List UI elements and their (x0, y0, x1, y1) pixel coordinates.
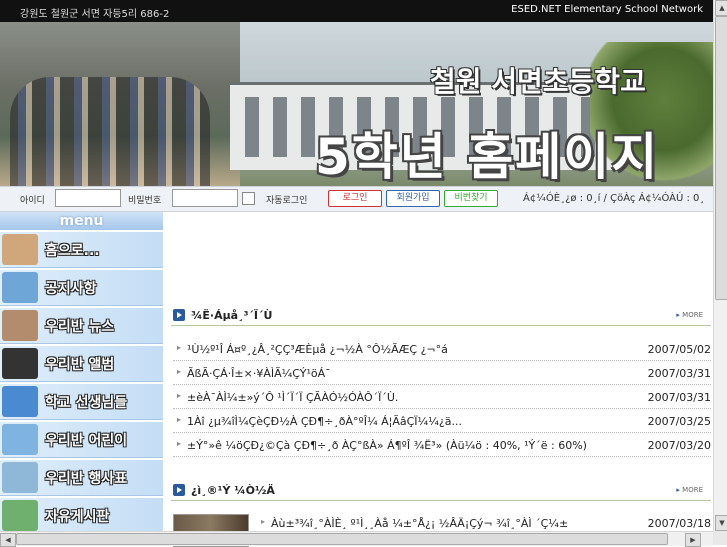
menu-item[interactable]: 홈으로... (0, 232, 163, 268)
notice-section-title: ¾Ë·Áµå¸³´Ï´Ù MORE (171, 307, 711, 326)
bullet-arrow-icon: ▸ (177, 391, 182, 400)
list-item-date: 2007/03/20 (647, 439, 711, 452)
visitor-status: Á¢¼ÓÈ¸¿ø : 0¸í / ÇöÀç Á¢¼ÓÀÚ : 0¸ (523, 193, 705, 204)
home-icon (2, 234, 38, 265)
notice-more-link[interactable]: MORE (676, 311, 703, 319)
list-item-date: 2007/03/18 (647, 517, 711, 530)
id-label: 아이디 (20, 196, 45, 206)
password-label: 비밀번호 (128, 196, 162, 206)
list-item-date: 2007/03/31 (647, 391, 711, 404)
board-icon (2, 500, 38, 531)
bullet-arrow-icon: ▸ (177, 415, 182, 424)
login-button[interactable]: 로그인 (328, 190, 382, 207)
school-name: 철원 서면초등학교 (430, 65, 646, 98)
header-banner: 철원 서면초등학교 5학년 홈페이지 (0, 22, 713, 186)
list-item-title[interactable]: ±Ý°»ê ¼öÇÐ¿©Çà ÇÐ¶÷¸ð ÀÇ°ßÀ» Á¶ºÎ ¾Ë³» (… (187, 439, 627, 452)
auto-login-checkbox[interactable] (242, 192, 255, 205)
sidebar-menu: menu 홈으로... 공지사항우리반 뉴스우리반 앨범학교 선생님들우리반 어린… (0, 212, 163, 545)
menu-item[interactable]: 우리반 행사표 (0, 460, 163, 496)
auto-login-label: 자동로그인 (266, 196, 308, 206)
list-item-date: 2007/03/31 (647, 367, 711, 380)
menu-item[interactable]: 우리반 앨범 (0, 346, 163, 382)
list-item-title[interactable]: Àù±³¾î¸°ÀÌÈ¸ º¹Ì¸¸Àå ¼±°Å¿¡ ½ÂÄ¡Çý¬ ¾î¸°… (271, 517, 631, 530)
menu-item-label: 우리반 어린이 (45, 433, 128, 449)
section-bullet-icon (173, 484, 185, 496)
id-input[interactable] (55, 189, 121, 207)
menu-item[interactable]: 학교 선생님들 (0, 384, 163, 420)
page-title: 5학년 홈페이지 (315, 128, 660, 186)
scrollbar-corner (713, 531, 727, 545)
horizontal-scrollbar[interactable]: ◀ ▶ (0, 531, 713, 547)
list-item[interactable]: ▸ ±Ý°»ê ¼öÇÐ¿©Çà ÇÐ¶÷¸ð ÀÇ°ßÀ» Á¶ºÎ ¾Ë³» … (173, 434, 711, 457)
scroll-down-icon[interactable]: ▼ (715, 515, 727, 531)
children-icon (2, 424, 38, 455)
menu-item-label: 우리반 행사표 (45, 471, 128, 487)
main-content: ¾Ë·Áµå¸³´Ï´Ù MORE ▸ ¹Ù½º¹Î Á¤º¸¿Â¸²ÇÇ³ÆÈµ… (165, 212, 713, 547)
menu-item-label: 우리반 뉴스 (45, 319, 115, 335)
news-icon (2, 310, 38, 341)
notice-title: ¾Ë·Áµå¸³´Ï´Ù (191, 309, 273, 322)
list-item-title[interactable]: 1Àî ¿µ¾îÌ¼ÇèÇÐ½À ÇÐ¶÷¸ðÀ°ºÎ¼ Á¦ÃâÇÏ¼¼¿ä.… (187, 415, 627, 428)
bullet-arrow-icon: ▸ (261, 517, 266, 526)
vertical-scroll-thumb[interactable] (715, 16, 727, 300)
network-name[interactable]: ESED.NET Elementary School Network (511, 4, 703, 15)
notice-icon (2, 272, 38, 303)
top-bar: 강원도 철원군 서면 자등5리 686-2 ESED.NET Elementar… (0, 0, 713, 22)
find-password-button[interactable]: 비번찾기 (444, 190, 498, 207)
list-item-title[interactable]: ¹Ù½º¹Î Á¤º¸¿Â¸²ÇÇ³ÆÈµå ¿¬½À °Ô½ÃÆÇ ¿¬°á (187, 343, 627, 356)
section-bullet-icon (173, 309, 185, 321)
news-section-title: ¿ì¸®¹Ý ¼Ò½Ä MORE (171, 482, 711, 501)
bullet-arrow-icon: ▸ (177, 343, 182, 352)
horizontal-scroll-thumb[interactable] (16, 533, 668, 545)
school-address: 강원도 철원군 서면 자등5리 686-2 (20, 9, 170, 20)
teacher-icon (2, 386, 38, 417)
menu-item-label: 우리반 앨범 (45, 357, 115, 373)
list-item[interactable]: ▸ ÃßÃ·ÇÁ·Î±×·¥ÀÌÃ¼ÇÝ¹öÁ¯ 2007/03/31 (173, 362, 711, 385)
list-item-title[interactable]: ±èÀ¯ÀÌ¼±»ý´Ô ¹Ì´Ï´Ï ÇÃÀÓ½ÓÀÔ´Ï´Ù. (187, 391, 627, 404)
scroll-up-icon[interactable]: ▲ (715, 0, 727, 16)
news-more-link[interactable]: MORE (676, 486, 703, 494)
list-item[interactable]: ▸ ¹Ù½º¹Î Á¤º¸¿Â¸²ÇÇ³ÆÈµå ¿¬½À °Ô½ÃÆÇ ¿¬°á… (173, 338, 711, 361)
calendar-icon (2, 462, 38, 493)
bullet-arrow-icon: ▸ (177, 439, 182, 448)
menu-item[interactable]: 우리반 어린이 (0, 422, 163, 458)
password-input[interactable] (172, 189, 238, 207)
menu-item-label: 공지사항 (45, 281, 97, 297)
list-item-date: 2007/03/25 (647, 415, 711, 428)
list-item-title[interactable]: ÃßÃ·ÇÁ·Î±×·¥ÀÌÃ¼ÇÝ¹öÁ¯ (187, 367, 627, 380)
menu-item[interactable]: 우리반 뉴스 (0, 308, 163, 344)
menu-item-label: 자유게시판 (45, 509, 110, 525)
camera-icon (2, 348, 38, 379)
list-item[interactable]: ▸ 1Àî ¿µ¾îÌ¼ÇèÇÐ½À ÇÐ¶÷¸ðÀ°ºÎ¼ Á¦ÃâÇÏ¼¼¿ä… (173, 410, 711, 433)
login-bar: 아이디 비밀번호 자동로그인 로그인 회원가입 비번찾기 Á¢¼ÓÈ¸¿ø : … (0, 186, 713, 212)
menu-item-label: 학교 선생님들 (45, 395, 128, 411)
menu-item[interactable]: 공지사항 (0, 270, 163, 306)
news-title: ¿ì¸®¹Ý ¼Ò½Ä (191, 484, 275, 497)
menu-header: menu (0, 212, 163, 230)
menu-item-label: 홈으로... (45, 243, 100, 259)
vertical-scrollbar[interactable]: ▲ ▼ (713, 0, 727, 531)
students-image (10, 77, 210, 186)
bullet-arrow-icon: ▸ (177, 367, 182, 376)
list-item-date: 2007/05/02 (647, 343, 711, 356)
menu-item[interactable]: 자유게시판 (0, 498, 163, 534)
list-item[interactable]: ▸ ±èÀ¯ÀÌ¼±»ý´Ô ¹Ì´Ï´Ï ÇÃÀÓ½ÓÀÔ´Ï´Ù. 2007/0… (173, 386, 711, 409)
join-button[interactable]: 회원가입 (386, 190, 440, 207)
